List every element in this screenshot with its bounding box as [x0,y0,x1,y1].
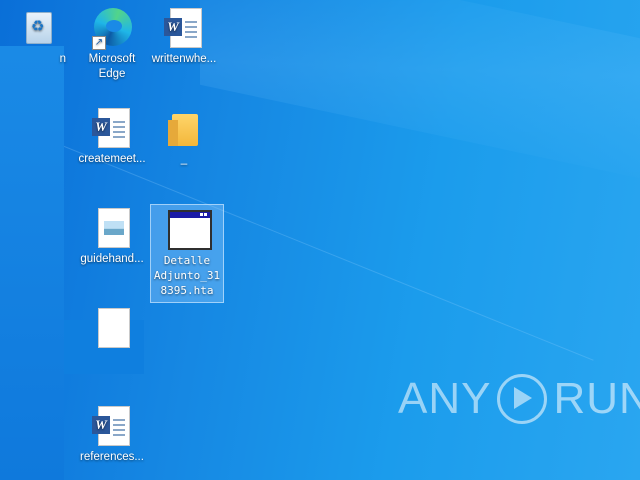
left-panel-overlay [0,46,64,480]
shortcut-arrow-icon: ↗ [92,36,106,50]
word-badge-icon: W [92,118,110,136]
icon-label: references... [80,451,144,463]
icon-label: createmeet... [78,153,146,165]
desktop-icon-guidehand[interactable]: guidehand... [76,206,148,267]
desktop-icon-folder[interactable]: _ [148,106,220,167]
desktop-icon-partial-document[interactable] [76,306,148,352]
watermark-left-text: ANY [398,374,492,423]
desktop-icon-microsoft-edge[interactable]: ↗ Microsoft Edge [76,6,148,82]
play-logo-icon [497,374,548,424]
icon-label: _ [180,153,188,165]
desktop-icon-hta-file[interactable]: Detalle Adjunto_31 8395.hta [150,204,224,303]
folder-icon [168,114,198,146]
recycle-bin-icon [26,12,52,44]
hta-window-icon [168,210,212,250]
anyrun-watermark: ANY RUN [398,374,640,424]
watermark-right-text: RUN [553,374,640,423]
icon-label: n [59,53,66,65]
desktop-icon-recycle-bin[interactable]: n [4,6,68,67]
desktop-icon-writtenwhe[interactable]: W writtenwhe... [148,6,220,67]
icon-label: writtenwhe... [151,53,217,65]
word-badge-icon: W [164,18,182,36]
document-icon [98,308,130,348]
desktop-icon-createmeet[interactable]: W createmeet... [76,106,148,167]
image-document-icon [98,208,130,248]
icon-label: Microsoft Edge [88,53,136,80]
desktop-icon-references[interactable]: W references... [76,404,148,465]
word-badge-icon: W [92,416,110,434]
background-streak [200,0,640,196]
icon-label: Detalle Adjunto_31 8395.hta [153,254,221,297]
icon-label: guidehand... [80,253,144,265]
